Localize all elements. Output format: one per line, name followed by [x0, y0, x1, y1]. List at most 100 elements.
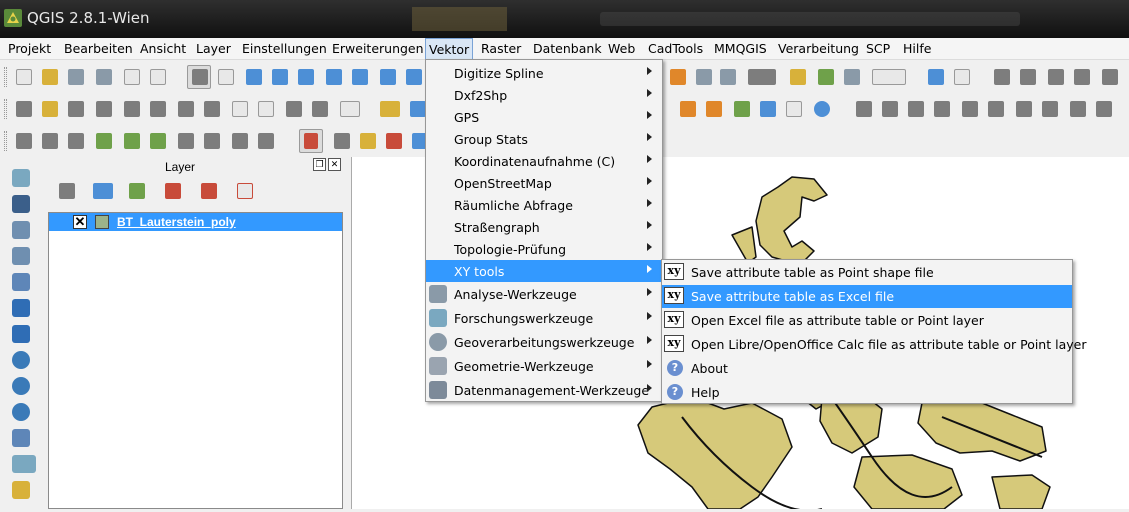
composer-manager-icon[interactable] [150, 69, 166, 85]
digitize-tool-2-icon[interactable] [312, 101, 328, 117]
digitize-tool-1-icon[interactable] [286, 101, 302, 117]
measure-icon[interactable] [670, 69, 686, 85]
save-edits-icon[interactable] [68, 101, 84, 117]
menu-projekt[interactable]: Projekt [8, 41, 51, 56]
menu-mmqgis[interactable]: MMQGIS [714, 41, 767, 56]
zoom-native-icon[interactable] [326, 69, 342, 85]
layer-row[interactable]: ✕ BT_Lauterstein_poly [49, 213, 342, 231]
toolbar-grip[interactable] [4, 131, 7, 151]
plugin-i-icon[interactable] [232, 133, 248, 149]
new-spatialite-layer-icon[interactable] [12, 481, 30, 499]
annotation-svg-icon[interactable] [844, 69, 860, 85]
menu-item-open-excel[interactable]: xy Open Excel file as attribute table or… [662, 309, 1072, 332]
add-wcs-layer-icon[interactable] [12, 377, 30, 395]
toolbar-grip[interactable] [4, 67, 7, 87]
label-abc-icon[interactable] [380, 101, 400, 117]
menu-item-analyse-werkzeuge[interactable]: Analyse-Werkzeuge [426, 283, 662, 305]
advanced-digitize-5-icon[interactable] [786, 101, 802, 117]
plugin-j-icon[interactable] [258, 133, 274, 149]
add-wfs-layer-icon[interactable] [12, 403, 30, 421]
edit-pencil-icon[interactable] [16, 101, 32, 117]
menu-item-geometrie-werkzeuge[interactable]: Geometrie-Werkzeuge [426, 355, 662, 377]
menu-item-strassengraph[interactable]: Straßengraph [426, 216, 662, 238]
menu-item-save-as-excel[interactable]: xy Save attribute table as Excel file [662, 285, 1072, 308]
add-mssql-layer-icon[interactable] [12, 273, 30, 291]
menu-hilfe[interactable]: Hilfe [903, 41, 931, 56]
delete-ring-icon[interactable] [1016, 101, 1032, 117]
plugin-tool-1-icon[interactable] [994, 69, 1010, 85]
simplify-icon[interactable] [882, 101, 898, 117]
collapse-all-icon[interactable] [201, 183, 217, 199]
menu-item-xy-tools[interactable]: XY tools [426, 260, 662, 282]
cut-features-icon[interactable] [204, 101, 220, 117]
menu-item-raeumliche-abfrage[interactable]: Räumliche Abfrage [426, 194, 662, 216]
menu-item-about[interactable]: ? About [662, 357, 1072, 380]
new-project-icon[interactable] [16, 69, 32, 85]
add-raster-layer-icon[interactable] [12, 195, 30, 213]
filter-legend-icon[interactable] [129, 183, 145, 199]
plugin-tool-3-icon[interactable] [1048, 69, 1064, 85]
menu-item-gps[interactable]: GPS [426, 106, 662, 128]
menu-raster[interactable]: Raster [481, 41, 521, 56]
plugin-g-icon[interactable] [178, 133, 194, 149]
add-delimited-text-icon[interactable] [12, 429, 30, 447]
plugin-a-icon[interactable] [16, 133, 32, 149]
layer-visibility-checkbox[interactable]: ✕ [73, 215, 87, 229]
plugin-tool-4-icon[interactable] [1074, 69, 1090, 85]
reshape-icon[interactable] [1070, 101, 1086, 117]
menu-item-koordinatenaufnahme[interactable]: Koordinatenaufnahme (C) [426, 150, 662, 172]
advanced-digitize-4-icon[interactable] [760, 101, 776, 117]
plugin-h-icon[interactable] [204, 133, 220, 149]
plugin-tool-2-icon[interactable] [1020, 69, 1036, 85]
advanced-digitize-1-icon[interactable] [680, 101, 696, 117]
add-db2-layer-icon[interactable] [12, 325, 30, 343]
annotation-text-icon[interactable] [790, 69, 806, 85]
menu-bearbeiten[interactable]: Bearbeiten [64, 41, 133, 56]
menu-datenbank[interactable]: Datenbank [533, 41, 602, 56]
menu-item-group-stats[interactable]: Group Stats [426, 128, 662, 150]
open-project-icon[interactable] [42, 69, 58, 85]
menu-item-openstreetmap[interactable]: OpenStreetMap [426, 172, 662, 194]
plugin-e-icon[interactable] [124, 133, 140, 149]
menu-scp[interactable]: SCP [866, 41, 890, 56]
zoom-to-layer-icon[interactable] [380, 69, 396, 85]
plugin-b-icon[interactable] [42, 133, 58, 149]
node-tool-icon[interactable] [150, 101, 166, 117]
zoom-in-icon[interactable] [272, 69, 288, 85]
advanced-digitize-6-icon[interactable] [814, 101, 830, 117]
menu-web[interactable]: Web [608, 41, 635, 56]
advanced-digitize-2-icon[interactable] [706, 101, 722, 117]
add-spatialite-layer-icon[interactable] [12, 247, 30, 265]
whats-this-help-icon[interactable] [928, 69, 944, 85]
toolbar-grip[interactable] [4, 99, 7, 119]
zoom-out-icon[interactable] [298, 69, 314, 85]
xy-tool-icon[interactable] [340, 101, 360, 117]
add-ring-icon[interactable] [962, 101, 978, 117]
add-vector-layer-icon[interactable] [12, 169, 30, 187]
expand-all-icon[interactable] [165, 183, 181, 199]
menu-item-help[interactable]: ? Help [662, 381, 1072, 404]
advanced-digitize-3-icon[interactable] [734, 101, 750, 117]
plugin-c-icon[interactable] [68, 133, 84, 149]
statistics-icon[interactable] [720, 69, 736, 85]
attribute-table-icon[interactable] [696, 69, 712, 85]
move-feature-icon[interactable] [124, 101, 140, 117]
menu-layer[interactable]: Layer [196, 41, 231, 56]
menu-item-datenmanagement-werkzeuge[interactable]: Datenmanagement-Werkzeuge [426, 379, 662, 401]
add-wms-layer-icon[interactable] [12, 351, 30, 369]
zoom-to-selection-icon[interactable] [406, 69, 422, 85]
map-tips-dropdown[interactable] [872, 69, 906, 85]
visibility-eye-icon[interactable] [93, 183, 113, 199]
zoom-full-icon[interactable] [352, 69, 368, 85]
menu-item-forschungswerkzeuge[interactable]: Forschungswerkzeuge [426, 307, 662, 329]
add-group-icon[interactable] [59, 183, 75, 199]
new-shapefile-dropdown-icon[interactable] [12, 455, 36, 473]
add-part-icon[interactable] [988, 101, 1004, 117]
plugin-f-icon[interactable] [150, 133, 166, 149]
menu-cadtools[interactable]: CadTools [648, 41, 703, 56]
pan-map-icon[interactable] [218, 69, 234, 85]
menu-item-topologie-pruefung[interactable]: Topologie-Prüfung [426, 238, 662, 260]
toggle-editing-icon[interactable] [42, 101, 58, 117]
undo-icon[interactable] [908, 101, 924, 117]
offset-curve-icon[interactable] [1096, 101, 1112, 117]
